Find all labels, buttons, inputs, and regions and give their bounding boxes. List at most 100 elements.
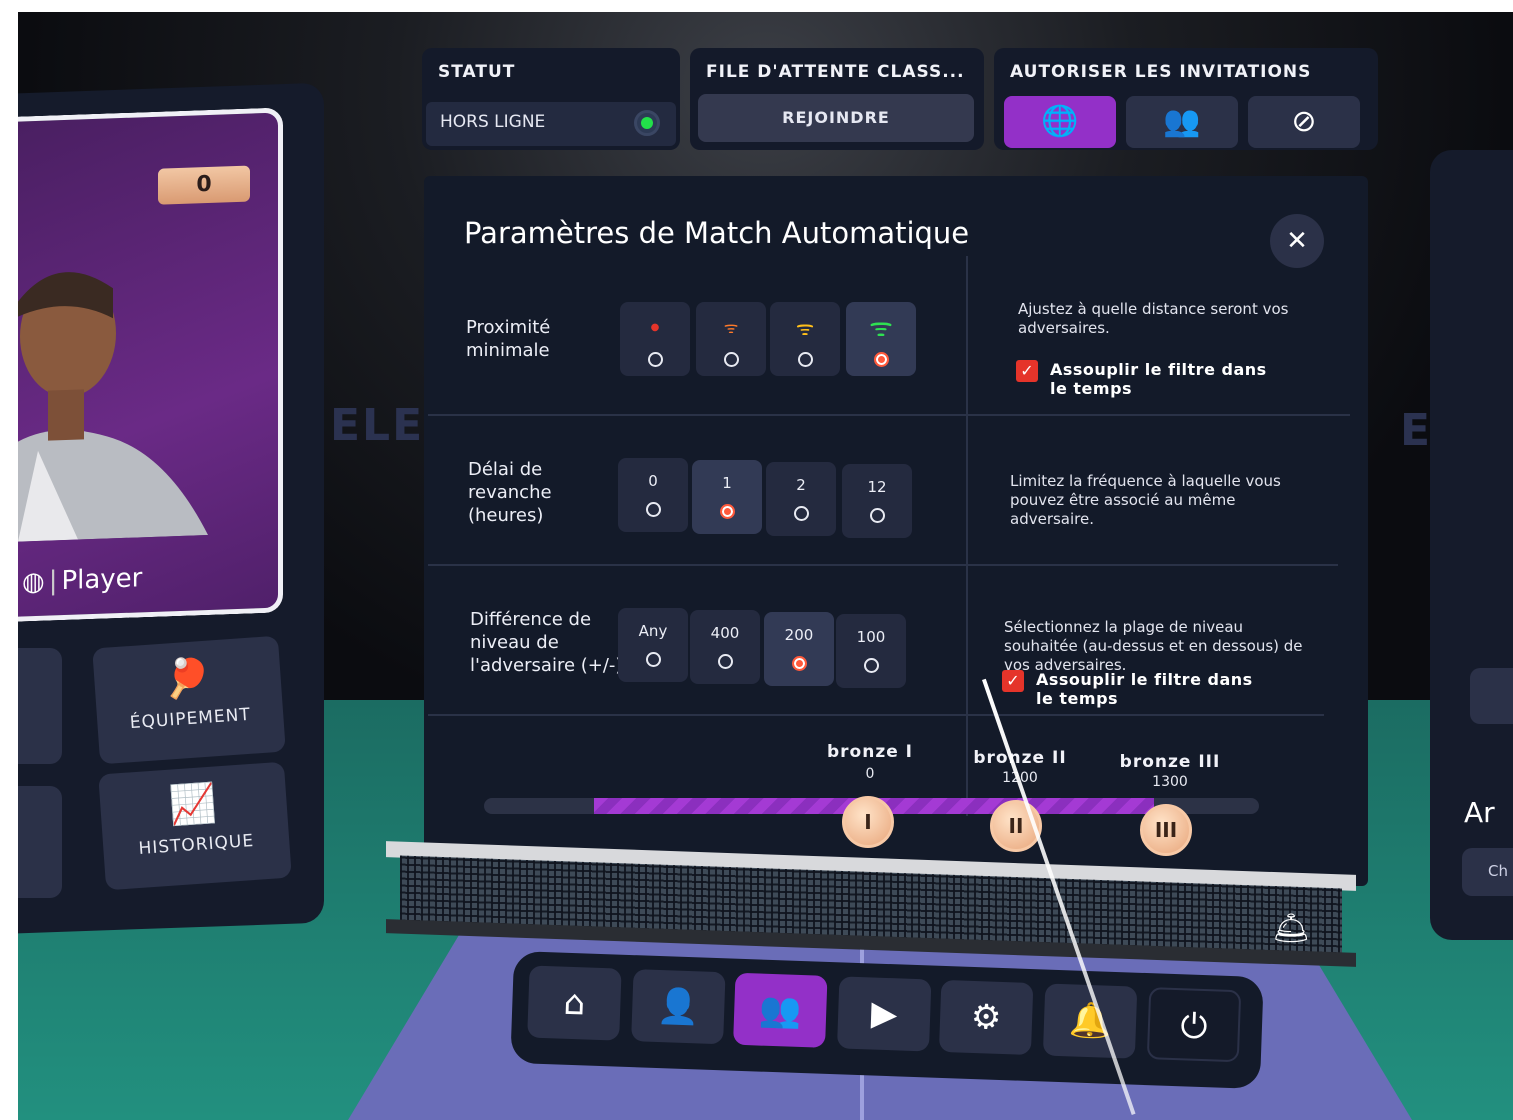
invite-friends-button[interactable]: 👥 xyxy=(1126,96,1238,148)
level-diff-option-100-value: 100 xyxy=(856,628,886,646)
nav-tutorial[interactable]: ▶ xyxy=(836,976,932,1052)
profile-button-stub-2[interactable] xyxy=(18,786,62,898)
rematch-radio-2 xyxy=(793,506,809,521)
level-diff-relax-line2: le temps xyxy=(1036,689,1119,708)
nav-home[interactable]: ⌂ xyxy=(527,965,622,1041)
profile-icon: 👤 xyxy=(656,985,701,1028)
friends-icon: 👥 xyxy=(1163,104,1201,139)
right-panel-button[interactable] xyxy=(1470,668,1513,724)
rank-1-name: bronze I xyxy=(826,742,913,762)
level-diff-option-400-value: 400 xyxy=(710,624,740,642)
rematch-option-3-value: 12 xyxy=(867,478,887,496)
power-icon: ⏻ xyxy=(1179,1006,1209,1048)
avatar xyxy=(18,272,208,542)
social-icon: 👥 xyxy=(758,989,803,1031)
arena-banner-right: E xyxy=(1400,405,1433,456)
level-diff-option-any[interactable]: Any xyxy=(618,608,688,682)
level-diff-option-400[interactable]: 400 xyxy=(690,610,760,684)
bell-icon[interactable]: 🛎 xyxy=(1246,898,1336,960)
level-diff-option-any-value: Any xyxy=(638,622,668,640)
block-icon: ⊘ xyxy=(1291,104,1317,139)
join-queue-button[interactable]: REJOINDRE xyxy=(698,94,974,142)
row-divider-2 xyxy=(428,564,1338,566)
invite-none-button[interactable]: ⊘ xyxy=(1248,96,1360,148)
level-diff-description: Sélectionnez la plage de niveau souhaité… xyxy=(1004,618,1303,674)
close-button[interactable]: ✕ xyxy=(1270,214,1324,268)
signal-weak-icon: ● xyxy=(650,322,660,333)
level-diff-option-100[interactable]: 100 xyxy=(836,614,906,688)
right-panel-action-label: Ch xyxy=(1488,862,1508,880)
equipment-label: ÉQUIPEMENT xyxy=(129,704,252,734)
rematch-option-1[interactable]: 1 xyxy=(692,460,762,534)
rematch-option-3[interactable]: 12 xyxy=(842,464,912,538)
nav-profile[interactable]: 👤 xyxy=(631,969,726,1045)
level-diff-radio-100 xyxy=(863,658,879,673)
nav-power[interactable]: ⏻ xyxy=(1146,987,1242,1063)
globe-icon: 🌐 xyxy=(1041,104,1079,139)
ranked-queue-box: FILE D'ATTENTE CLASS... REJOINDRE xyxy=(690,48,984,150)
rematch-option-2-value: 2 xyxy=(796,476,806,494)
proximity-radio-4 xyxy=(873,352,889,367)
level-diff-relax-line1: Assouplir le filtre dans xyxy=(1036,670,1253,689)
proximity-radio-2 xyxy=(723,352,739,367)
row-divider-1 xyxy=(428,414,1350,416)
nav-settings[interactable]: ⚙ xyxy=(938,979,1034,1056)
level-diff-relax-label: Assouplir le filtre dans le temps xyxy=(1002,670,1282,708)
rematch-radio-1 xyxy=(719,504,735,519)
rematch-radio-0 xyxy=(645,502,661,517)
rematch-radio-3 xyxy=(869,508,885,523)
frame-left xyxy=(0,0,18,1120)
rank-3-knob[interactable]: III xyxy=(1140,804,1192,856)
level-diff-label-line1: Différence de xyxy=(470,609,592,630)
tutorial-icon: ▶ xyxy=(870,993,898,1035)
rank-2-name: bronze II xyxy=(973,748,1067,768)
proximity-relax-checkbox[interactable]: ✓ Assouplir le filtre dans le temps xyxy=(1016,360,1296,398)
rank-1-score: 0 xyxy=(865,766,875,782)
equipment-button[interactable]: 🏓 ÉQUIPEMENT xyxy=(92,635,286,765)
level-diff-option-200[interactable]: 200 xyxy=(764,612,834,686)
proximity-option-4[interactable]: ᯤ xyxy=(846,302,916,376)
rematch-option-0[interactable]: 0 xyxy=(618,458,688,532)
rank-1-knob[interactable]: I xyxy=(842,796,894,848)
status-box: STATUT HORS LIGNE xyxy=(422,48,680,150)
proximity-relax-line1: Assouplir le filtre dans xyxy=(1050,360,1267,379)
profile-button-stub-1[interactable] xyxy=(18,648,62,764)
proximity-option-3[interactable]: ᯤ xyxy=(770,302,840,376)
history-label: HISTORIQUE xyxy=(137,830,255,859)
proximity-relax-label: Assouplir le filtre dans le temps xyxy=(1016,360,1296,398)
chart-up-icon: 📈 xyxy=(167,780,220,828)
dialog-title: Paramètres de Match Automatique xyxy=(464,216,970,250)
right-panel-title: Ar xyxy=(1464,796,1495,829)
player-name-row: ◍ | Player xyxy=(22,563,143,598)
signal-medium-icon: ᯤ xyxy=(795,316,815,340)
right-panel-action[interactable]: Ch xyxy=(1462,848,1513,896)
rank-3-score: 1300 xyxy=(1152,774,1188,790)
status-selector[interactable]: HORS LIGNE xyxy=(426,102,676,146)
rematch-label-line3: (heures) xyxy=(468,505,544,526)
column-divider xyxy=(966,256,968,816)
player-card[interactable]: 0 ◍ | Player xyxy=(18,107,283,622)
proximity-option-1[interactable]: ● xyxy=(620,302,690,376)
rematch-option-2[interactable]: 2 xyxy=(766,462,836,536)
level-diff-option-200-value: 200 xyxy=(784,626,814,644)
rematch-option-1-value: 1 xyxy=(722,474,732,492)
paddle-icon: 🏓 xyxy=(161,654,214,702)
status-value: HORS LIGNE xyxy=(440,112,546,132)
level-diff-radio-400 xyxy=(717,654,733,669)
nav-social[interactable]: 👥 xyxy=(733,972,828,1048)
proximity-label-line1: Proximité xyxy=(466,317,551,338)
proximity-option-2[interactable]: ᯤ xyxy=(696,302,766,376)
invitations-title: AUTORISER LES INVITATIONS xyxy=(1010,62,1312,82)
frame-top xyxy=(0,0,1513,12)
level-diff-relax-checkbox[interactable]: ✓ Assouplir le filtre dans le temps xyxy=(1002,670,1282,708)
proximity-label-line2: minimale xyxy=(466,340,550,361)
checkmark-icon: ✓ xyxy=(1016,360,1038,382)
player-name: Player xyxy=(61,563,143,597)
status-title: STATUT xyxy=(438,62,516,82)
rematch-label: Délai de revanche (heures) xyxy=(468,458,552,527)
history-button[interactable]: 📈 HISTORIQUE xyxy=(98,761,292,891)
invitations-box: AUTORISER LES INVITATIONS 🌐 👥 ⊘ xyxy=(994,48,1378,150)
invite-everyone-button[interactable]: 🌐 xyxy=(1004,96,1116,148)
home-icon: ⌂ xyxy=(562,982,586,1024)
globe-icon: ◍ xyxy=(22,566,45,598)
